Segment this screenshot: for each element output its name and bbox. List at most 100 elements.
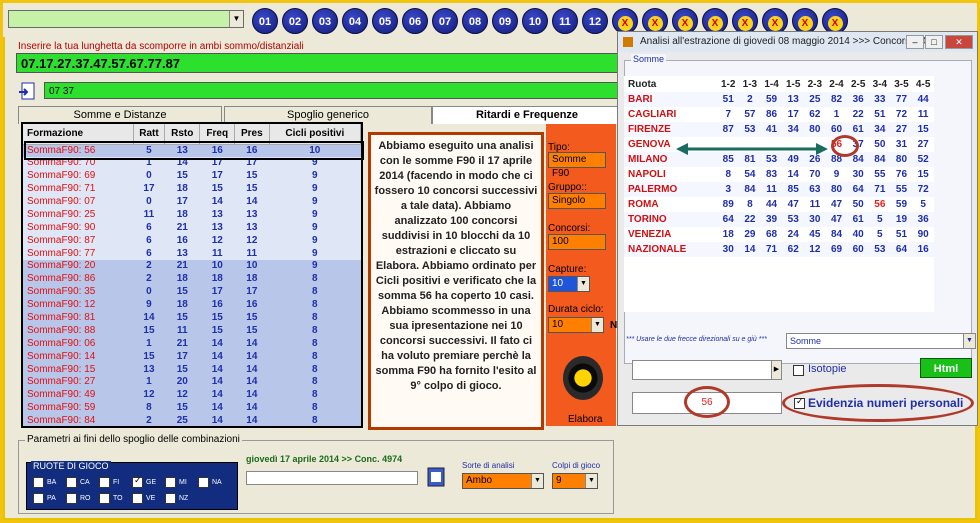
ruota-checkbox-mi[interactable] (165, 477, 176, 488)
elabora-button[interactable] (563, 356, 603, 400)
table-row[interactable]: SommaF90: 06 1 21 14 14 8 (23, 337, 361, 351)
table-cell: 71 (869, 182, 891, 197)
concorsi-input[interactable]: 100 (548, 234, 606, 250)
table-row[interactable]: SommaF90: 88 15 11 15 15 8 (23, 324, 361, 338)
ruota-checkbox-ca[interactable] (66, 477, 77, 488)
table-row[interactable]: SommaF90: 27 1 20 14 14 8 (23, 376, 361, 389)
table-row[interactable]: SommaF90: 49 12 12 14 14 8 (23, 388, 361, 402)
table-row[interactable]: NAZIONALE 30 14 71 62 12 69 60 53 64 16 (624, 242, 934, 257)
number-button-08[interactable]: 08 (462, 8, 488, 34)
table-row[interactable]: SommaF90: 86 2 18 18 18 8 (23, 272, 361, 286)
table-row[interactable]: NAPOLI 8 54 83 14 70 9 30 55 76 15 (624, 167, 934, 182)
table-row[interactable]: SommaF90: 90 6 21 13 13 9 (23, 221, 361, 235)
ruota-checkbox-ba[interactable] (33, 477, 44, 488)
number-button-06[interactable]: 06 (402, 8, 428, 34)
ruota-checkbox-ve[interactable] (132, 493, 143, 504)
ambi-field[interactable]: 07 37 (44, 82, 620, 99)
table-row[interactable]: BARI 51 2 59 13 25 82 36 33 77 44 (624, 92, 934, 107)
somme-grid[interactable]: Ruota 1-2 1-3 1-4 1-5 2-3 2-4 2-5 3-4 3-5 4-5 BARI 5… (624, 76, 934, 312)
chevron-down-icon[interactable]: ▼ (963, 334, 975, 348)
number-button-09[interactable]: 09 (492, 8, 518, 34)
table-row[interactable]: SommaF90: 15 13 15 14 14 8 (23, 363, 361, 377)
number-button-03[interactable]: 03 (312, 8, 338, 34)
table-row[interactable]: ROMA 89 8 44 47 11 47 50 56 59 5 (624, 197, 934, 212)
table-row[interactable]: FIRENZE 87 53 41 34 80 60 61 34 27 15 (624, 122, 934, 137)
tab-ritardi-frequenze[interactable]: Ritardi e Frequenze (432, 106, 622, 124)
table-row[interactable]: SommaF90: 35 0 15 17 17 8 (23, 285, 361, 299)
table-cell: 12 (133, 388, 165, 402)
table-row[interactable]: SommaF90: 77 6 13 11 11 9 (23, 247, 361, 261)
chevron-down-icon[interactable]: ▼ (585, 474, 597, 488)
number-button-12[interactable]: 12 (582, 8, 608, 34)
gruppo-select[interactable]: Singolo (548, 193, 606, 209)
table-cell: 18 (164, 182, 200, 196)
somme-select[interactable]: Somme ▼ (786, 333, 976, 349)
html-button[interactable]: Html (920, 358, 972, 378)
chevron-down-icon[interactable]: ▼ (577, 277, 589, 291)
ruota-checkbox-fi[interactable] (99, 477, 110, 488)
table-row[interactable]: SommaF90: 25 11 18 13 13 9 (23, 208, 361, 222)
maximize-button[interactable]: □ (925, 35, 943, 49)
sorte-select[interactable]: Ambo ▼ (462, 473, 544, 489)
table-row[interactable]: SommaF90: 81 14 15 15 15 8 (23, 311, 361, 325)
table-cell: 76 (895, 169, 908, 180)
table-row[interactable]: SommaF90: 12 9 18 16 16 8 (23, 298, 361, 312)
number-button-10[interactable]: 10 (522, 8, 548, 34)
chevron-down-icon[interactable]: ▼ (591, 318, 603, 332)
table-cell: 10 (199, 260, 235, 273)
table-row[interactable]: SommaF90: 87 6 16 12 12 9 (23, 234, 361, 248)
scroll-field[interactable]: ▶ (632, 360, 782, 380)
results-grid[interactable]: Formazione Ratt Rsto Freq Pres Cicli positivi… (21, 122, 363, 428)
table-row[interactable]: SommaF90: 69 0 15 17 15 9 (23, 169, 361, 183)
number-button-01[interactable]: 01 (252, 8, 278, 34)
number-button-02[interactable]: 02 (282, 8, 308, 34)
lunghetta-input[interactable]: 07.17.27.37.47.57.67.77.87 (16, 53, 618, 73)
table-row[interactable]: SommaF90: 70 1 14 17 17 9 (23, 156, 361, 170)
table-row[interactable]: SommaF90: 20 2 21 10 10 9 (23, 260, 361, 273)
ruota-checkbox-na[interactable] (198, 477, 209, 488)
column-header[interactable]: Rsto (164, 124, 201, 145)
table-cell: 15 (164, 363, 200, 377)
column-header[interactable]: Cicli positivi (269, 124, 361, 145)
durata-select[interactable]: 10 ▼ (548, 317, 604, 333)
table-row[interactable]: PALERMO 3 84 11 85 63 80 64 71 55 72 (624, 182, 934, 197)
close-button[interactable]: ✕ (945, 35, 973, 49)
ruota-checkbox-nz[interactable] (165, 493, 176, 504)
tipo-select[interactable]: Somme F90 (548, 152, 606, 179)
ruota-checkbox-ge[interactable]: ✓ (132, 475, 143, 488)
table-row[interactable]: SommaF90: 59 8 15 14 14 8 (23, 401, 361, 415)
arrow-icon[interactable]: ▶ (771, 361, 781, 379)
table-row[interactable]: SommaF90: 56 5 13 16 16 10 (23, 144, 361, 157)
table-row[interactable]: VENEZIA 18 29 68 24 45 84 40 5 51 90 (624, 227, 934, 242)
minimize-button[interactable]: – (906, 35, 924, 49)
column-header[interactable]: Formazione (23, 124, 134, 145)
top-combo[interactable]: ▼ (8, 10, 244, 28)
column-header[interactable]: Ratt (133, 124, 166, 145)
isotopie-checkbox[interactable] (793, 365, 804, 376)
chevron-down-icon[interactable]: ▼ (531, 474, 543, 488)
column-header[interactable]: Pres (234, 124, 270, 145)
table-cell: 15 (133, 350, 165, 364)
ruota-checkbox-pa[interactable] (33, 493, 44, 504)
number-button-07[interactable]: 07 (432, 8, 458, 34)
table-row[interactable]: SommaF90: 71 17 18 15 15 9 (23, 182, 361, 196)
capture-select[interactable]: 10 ▼ (548, 276, 590, 292)
table-cell: 17 (164, 350, 200, 364)
table-row[interactable]: SommaF90: 07 0 17 14 14 9 (23, 195, 361, 209)
colpi-select[interactable]: 9 ▼ (552, 473, 598, 489)
number-button-11[interactable]: 11 (552, 8, 578, 34)
chevron-down-icon[interactable]: ▼ (229, 11, 243, 27)
ruota-checkbox-to[interactable] (99, 493, 110, 504)
document-arrow-icon[interactable] (18, 82, 36, 102)
table-row[interactable]: SommaF90: 14 15 17 14 14 8 (23, 350, 361, 364)
column-header[interactable]: Freq (199, 124, 236, 145)
number-button-04[interactable]: 04 (342, 8, 368, 34)
number-button-05[interactable]: 05 (372, 8, 398, 34)
table-row[interactable]: CAGLIARI 7 57 86 17 62 1 22 51 72 11 (624, 107, 934, 122)
date-scrollbar[interactable] (246, 471, 418, 485)
table-row[interactable]: SommaF90: 84 2 25 14 14 8 (23, 414, 361, 426)
table-row[interactable]: TORINO 64 22 39 53 30 47 61 5 19 36 (624, 212, 934, 227)
ruota-checkbox-ro[interactable] (66, 493, 77, 504)
table-cell: 22 (852, 109, 864, 120)
calendar-icon[interactable] (426, 466, 446, 488)
